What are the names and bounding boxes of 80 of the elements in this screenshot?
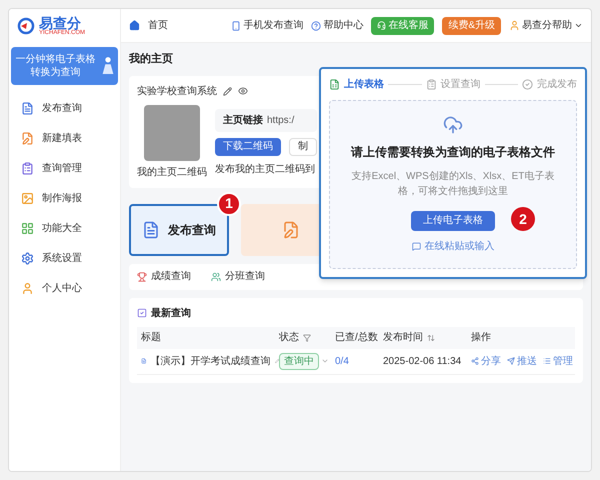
caret-icon — [574, 21, 583, 30]
qr-caption: 我的主页二维码 — [137, 166, 207, 180]
quick-link[interactable]: 成绩查询 — [137, 269, 191, 284]
status-tag: 查询中 — [279, 352, 319, 370]
document-icon — [142, 220, 160, 238]
sidebar-item[interactable]: 个人中心 — [9, 273, 120, 303]
upload-heading: 请上传需要转换为查询的电子表格文件 — [351, 144, 555, 161]
paste-icon — [412, 242, 420, 251]
step: 上传表格 — [329, 77, 384, 92]
column-header: 已查/总数 — [335, 330, 378, 345]
sidebar-item[interactable]: 查询管理 — [9, 153, 120, 183]
spreadsheet-icon — [329, 79, 340, 90]
check-circle-icon — [522, 79, 533, 90]
form-icon — [426, 79, 436, 90]
link-label: 主页链接 — [223, 113, 263, 128]
upload-icon — [443, 115, 463, 135]
help-icon — [311, 20, 322, 30]
callout-badge: 2 — [511, 207, 535, 231]
users-icon — [211, 272, 221, 282]
eye-icon[interactable] — [238, 86, 248, 96]
drop-zone[interactable]: 请上传需要转换为查询的电子表格文件 支持Excel、WPS创建的Xls、Xlsx、ET电子表格，可将文件拖拽到这里 上传电子表格 2 在线粘贴或输入 — [329, 100, 577, 269]
mobile-publish-link[interactable]: 手机发布查询 — [231, 18, 304, 33]
action-link[interactable]: 分享 — [471, 354, 501, 368]
help-link[interactable]: 帮助中心 — [311, 18, 364, 33]
promo-banner[interactable]: 一分钟将电子表格 转换为查询 — [11, 47, 118, 85]
banner-text: 转换为查询 — [30, 66, 80, 79]
home-icon — [129, 20, 140, 31]
upload-button[interactable]: 上传电子表格 — [411, 210, 495, 230]
qr-code-placeholder — [144, 104, 200, 160]
time-cell-text: 2025-02-06 11:34 — [383, 354, 462, 368]
user-icon — [509, 20, 520, 31]
query-title[interactable]: 【演示】开学考试成绩查询 — [150, 354, 271, 368]
illustration-drawing — [100, 55, 116, 77]
section-title: 我的主页 — [129, 52, 174, 67]
trophy-icon — [137, 272, 147, 282]
document-icon — [141, 356, 147, 366]
column-header: 操作 — [471, 331, 491, 345]
sort-icon[interactable] — [427, 334, 435, 342]
settings-icon — [21, 252, 34, 264]
callout-badge: 1 — [217, 192, 241, 216]
logo-text: 易查分 — [39, 16, 81, 30]
form-icon — [21, 132, 34, 144]
action-link[interactable]: 推送 — [507, 354, 537, 368]
phone-icon — [231, 20, 242, 30]
filter-icon[interactable] — [303, 334, 311, 342]
share-icon — [471, 357, 479, 365]
sidebar-item[interactable]: 新建填表 — [9, 123, 120, 153]
column-header: 标题 — [141, 330, 161, 345]
download-qr-button[interactable]: 下载二维码 — [215, 138, 281, 156]
caret-icon[interactable] — [321, 357, 329, 365]
logo-icon — [17, 17, 35, 35]
link-value[interactable]: https:/ — [267, 112, 294, 128]
step: 设置查询 — [426, 77, 480, 92]
sidebar-item[interactable]: 发布查询 — [9, 93, 120, 123]
upload-hint: 支持Excel、WPS创建的Xls、Xlsx、ET电子表格，可将文件拖拽到这里 — [350, 170, 556, 199]
step: 完成发布 — [522, 77, 577, 92]
sidebar-item[interactable]: 制作海报 — [9, 183, 120, 213]
quick-link[interactable]: 分班查询 — [211, 269, 265, 284]
publish-note: 发布我的主页二维码到 — [215, 162, 316, 176]
headset-icon — [377, 21, 386, 30]
breadcrumb[interactable]: 首页 — [148, 18, 168, 33]
column-header: 状态 — [279, 330, 299, 345]
sidebar-item[interactable]: 系统设置 — [9, 243, 120, 273]
user-menu[interactable]: 易查分帮助 — [509, 18, 583, 33]
form-icon — [282, 220, 300, 238]
publish-icon — [21, 102, 34, 114]
user-icon — [21, 282, 34, 294]
site-name: 实验学校查询系统 — [137, 84, 217, 98]
make-button[interactable]: 制 — [289, 138, 317, 156]
manage-icon — [21, 162, 34, 174]
edit-icon[interactable] — [223, 86, 232, 96]
column-header: 发布时间 — [383, 330, 423, 345]
poster-icon — [21, 192, 34, 204]
action-link[interactable]: 管理 — [543, 354, 573, 368]
count-cell[interactable]: 0/4 — [335, 354, 383, 368]
banner-text: 一分钟将电子表格 — [16, 53, 96, 66]
sidebar-item[interactable]: 功能大全 — [9, 213, 120, 243]
card-title: 最新查询 — [151, 306, 191, 320]
grid-icon — [21, 222, 34, 234]
manage-icon — [543, 357, 551, 365]
